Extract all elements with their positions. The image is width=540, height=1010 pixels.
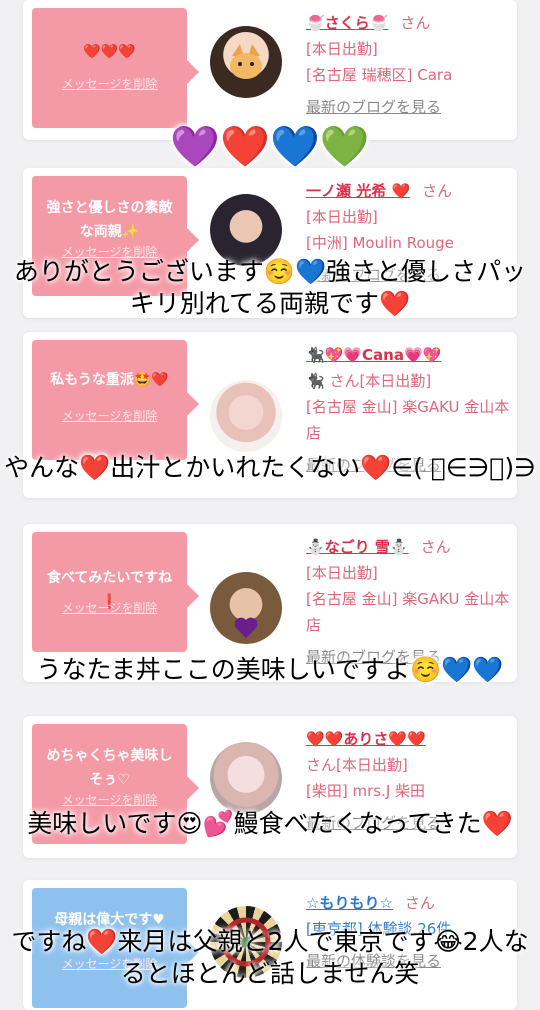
heart-row-caption: 💜❤️💙💚 bbox=[170, 124, 370, 170]
shop-line: [柴田] mrs.J 柴田 bbox=[306, 782, 426, 800]
girl-name-link[interactable]: ⛄なごり 雪⛄ bbox=[306, 538, 409, 556]
avatar[interactable] bbox=[210, 26, 282, 98]
overlay-caption: 美味しいです😍💕鰻食べたくなってきた❤️ bbox=[27, 809, 513, 838]
message-text: 強さと優しさの素敵な両親✨ bbox=[46, 200, 173, 240]
message-bubble: ❤️❤️❤️ メッセージを削除 bbox=[32, 8, 199, 128]
san-label: さん bbox=[404, 894, 435, 912]
overlay-caption: やんな❤️出汁とかいれたくない❤️∈( ﾟ∈∋ﾟ)∋ bbox=[4, 453, 536, 482]
delete-message-link[interactable]: メッセージを削除 bbox=[32, 791, 187, 808]
detail-line: 🐈‍⬛ さん[本日出勤] bbox=[306, 372, 432, 390]
message-text: 私もうな重派🤩❤️ bbox=[50, 372, 169, 388]
avatar[interactable] bbox=[210, 742, 282, 814]
heart-sticker-icon bbox=[234, 617, 258, 638]
message-card: ❤️❤️❤️ メッセージを削除 🍧さくら🍧 さん [本日出勤] [名古屋 瑞穂区]… bbox=[23, 0, 517, 140]
girl-name-link[interactable]: 一ノ瀬 光希 ❤️ bbox=[306, 182, 410, 200]
shop-line: [名古屋 瑞穂区] Cara bbox=[306, 66, 453, 84]
cat-mask-icon bbox=[230, 44, 262, 79]
delete-message-link[interactable]: メッセージを削除 bbox=[32, 599, 187, 616]
girl-name-link[interactable]: ❤️❤️ありさ❤️❤️ bbox=[306, 730, 426, 748]
message-text: ❤️❤️❤️ bbox=[83, 44, 136, 60]
overlay-caption: ありがとうございます☺️💙強さと優しさパッキリ別れてる両親です❤️ bbox=[13, 257, 527, 318]
san-label: さん bbox=[422, 182, 453, 200]
girl-name-link[interactable]: 🍧さくら🍧 bbox=[306, 14, 388, 32]
detail-line: さん[本日出勤] bbox=[306, 756, 408, 774]
girl-name-link[interactable]: 🐈‍⬛💖💗Cana💗💖 bbox=[306, 346, 441, 364]
shop-line: [名古屋 金山] 楽GAKU 金山本店 bbox=[306, 398, 510, 442]
message-text: めちゃくちゃ美味しそぅ♡ bbox=[46, 748, 173, 788]
message-bubble: 食べてみたいですね❗ メッセージを削除 bbox=[32, 532, 199, 652]
shop-line: [中洲] Moulin Rouge bbox=[306, 234, 454, 252]
detail-line: [本日出勤] bbox=[306, 564, 378, 582]
detail-line: [本日出勤] bbox=[306, 40, 378, 58]
blog-link[interactable]: 最新のブログを見る bbox=[306, 94, 511, 120]
san-label: さん bbox=[400, 14, 431, 32]
overlay-caption: ですね❤️来月は父親と2人で東京です😂2人なるとほとんど話しません笑 bbox=[11, 927, 529, 988]
overlay-caption: うなたま丼ここの美味しいですよ☺️💙💙 bbox=[36, 655, 504, 684]
profile-info: 🍧さくら🍧 さん [本日出勤] [名古屋 瑞穂区] Cara 最新のブログを見る bbox=[306, 10, 511, 120]
delete-message-link[interactable]: メッセージを削除 bbox=[32, 75, 187, 92]
shop-line: [名古屋 金山] 楽GAKU 金山本店 bbox=[306, 590, 510, 634]
san-label: さん bbox=[420, 538, 451, 556]
delete-message-link[interactable]: メッセージを削除 bbox=[32, 407, 187, 424]
avatar[interactable] bbox=[210, 380, 282, 452]
girl-name-link[interactable]: ☆もりもり☆ bbox=[306, 894, 393, 912]
avatar[interactable] bbox=[210, 572, 282, 644]
detail-line: [本日出勤] bbox=[306, 208, 378, 226]
message-bubble: 私もうな重派🤩❤️ メッセージを削除 bbox=[32, 340, 199, 460]
profile-info: ⛄なごり 雪⛄ さん [本日出勤] [名古屋 金山] 楽GAKU 金山本店 最新の… bbox=[306, 534, 511, 670]
